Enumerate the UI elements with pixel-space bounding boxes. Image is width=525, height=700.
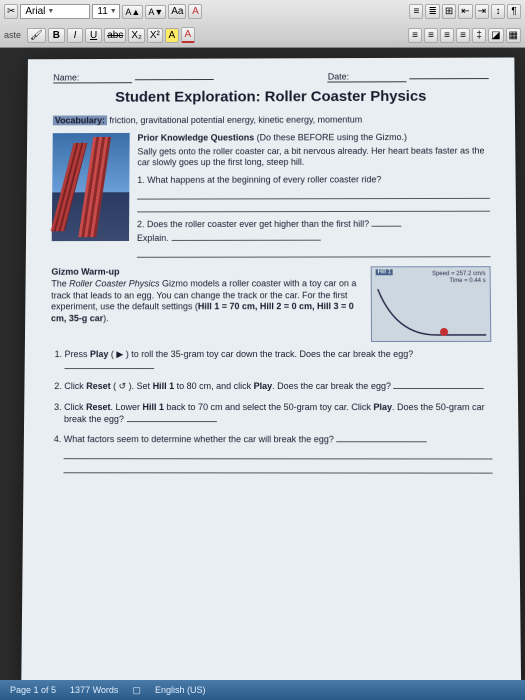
superscript-button[interactable]: X² [147,28,163,43]
step-2: Click Reset ( ↺ ). Set Hill 1 to 80 cm, … [64,380,492,392]
status-proof-icon[interactable]: ▢ [132,685,141,696]
sort-button[interactable]: ↕ [491,4,505,19]
underline-button[interactable]: U [85,28,102,43]
outdent-button[interactable]: ⇤ [458,4,472,19]
track-curve-icon [376,287,488,337]
status-words[interactable]: 1377 Words [70,685,118,695]
font-size-select[interactable]: 11▼ [92,4,120,19]
vocabulary-line: Vocabulary: friction, gravitational pote… [53,114,489,125]
highlight-button[interactable]: A [165,28,179,43]
step-3: Click Reset. Lower Hill 1 back to 70 cm … [64,401,492,425]
gizmo-chart: Hill 1 Speed = 257.2 cm/s Time = 0.44 s [371,266,492,342]
format-painter-icon[interactable]: 🖌 [27,28,46,43]
chart-time-label: Time = 0.44 s [432,278,486,285]
date-field: Date: [328,71,489,82]
bold-button[interactable]: B [48,28,65,43]
font-color-button[interactable]: A [181,27,195,43]
cut-icon[interactable]: ✂ [4,4,18,19]
status-language[interactable]: English (US) [155,685,206,695]
align-center-button[interactable]: ≡ [424,28,438,43]
gizmo-warmup-text: Gizmo Warm-up The Roller Coaster Physics… [51,266,363,342]
prior-knowledge-block: Prior Knowledge Questions (Do these BEFO… [137,132,491,261]
shrink-font-button[interactable]: A▼ [145,5,166,19]
step-1: Press Play ( ▶ ) to roll the 35-gram toy… [64,348,491,372]
status-page[interactable]: Page 1 of 5 [10,685,56,695]
clear-format-button[interactable]: A [188,4,202,19]
show-marks-button[interactable]: ¶ [507,4,521,19]
multilevel-button[interactable]: ⊞ [442,4,456,19]
borders-button[interactable]: ▦ [506,28,521,43]
indent-button[interactable]: ⇥ [475,4,489,19]
font-name-select[interactable]: Arial▼ [20,4,90,19]
status-bar: Page 1 of 5 1377 Words ▢ English (US) [0,680,525,700]
align-left-button[interactable]: ≡ [408,28,422,43]
strike-button[interactable]: abc [104,28,126,43]
grow-font-button[interactable]: A▲ [122,5,143,19]
document-viewport: Name: Date: Student Exploration: Roller … [24,54,517,678]
warmup-steps: Press Play ( ▶ ) to roll the 35-gram toy… [64,348,493,474]
page-title: Student Exploration: Roller Coaster Phys… [53,88,489,106]
justify-button[interactable]: ≡ [456,28,470,43]
paste-label: aste [4,30,21,40]
italic-button[interactable]: I [67,28,83,43]
name-field: Name: [53,72,213,83]
numbering-button[interactable]: ≣ [425,4,439,19]
line-spacing-button[interactable]: ‡ [472,28,486,43]
formatting-toolbar: ✂ Arial▼ 11▼ A▲ A▼ Aa A ≡ ≣ ⊞ ⇤ ⇥ ↕ ¶ as… [0,0,525,48]
subscript-button[interactable]: X₂ [128,28,145,43]
chart-speed-label: Speed = 257.2 cm/s [432,271,486,278]
shading-button[interactable]: ◪ [488,28,503,43]
roller-coaster-photo [52,133,130,241]
bullets-button[interactable]: ≡ [409,4,423,19]
document-page: Name: Date: Student Exploration: Roller … [21,57,521,682]
chart-hill-label: Hill 1 [376,269,393,275]
align-right-button[interactable]: ≡ [440,28,454,43]
step-4: What factors seem to determine whether t… [64,433,493,474]
change-case-button[interactable]: Aa [168,4,186,19]
